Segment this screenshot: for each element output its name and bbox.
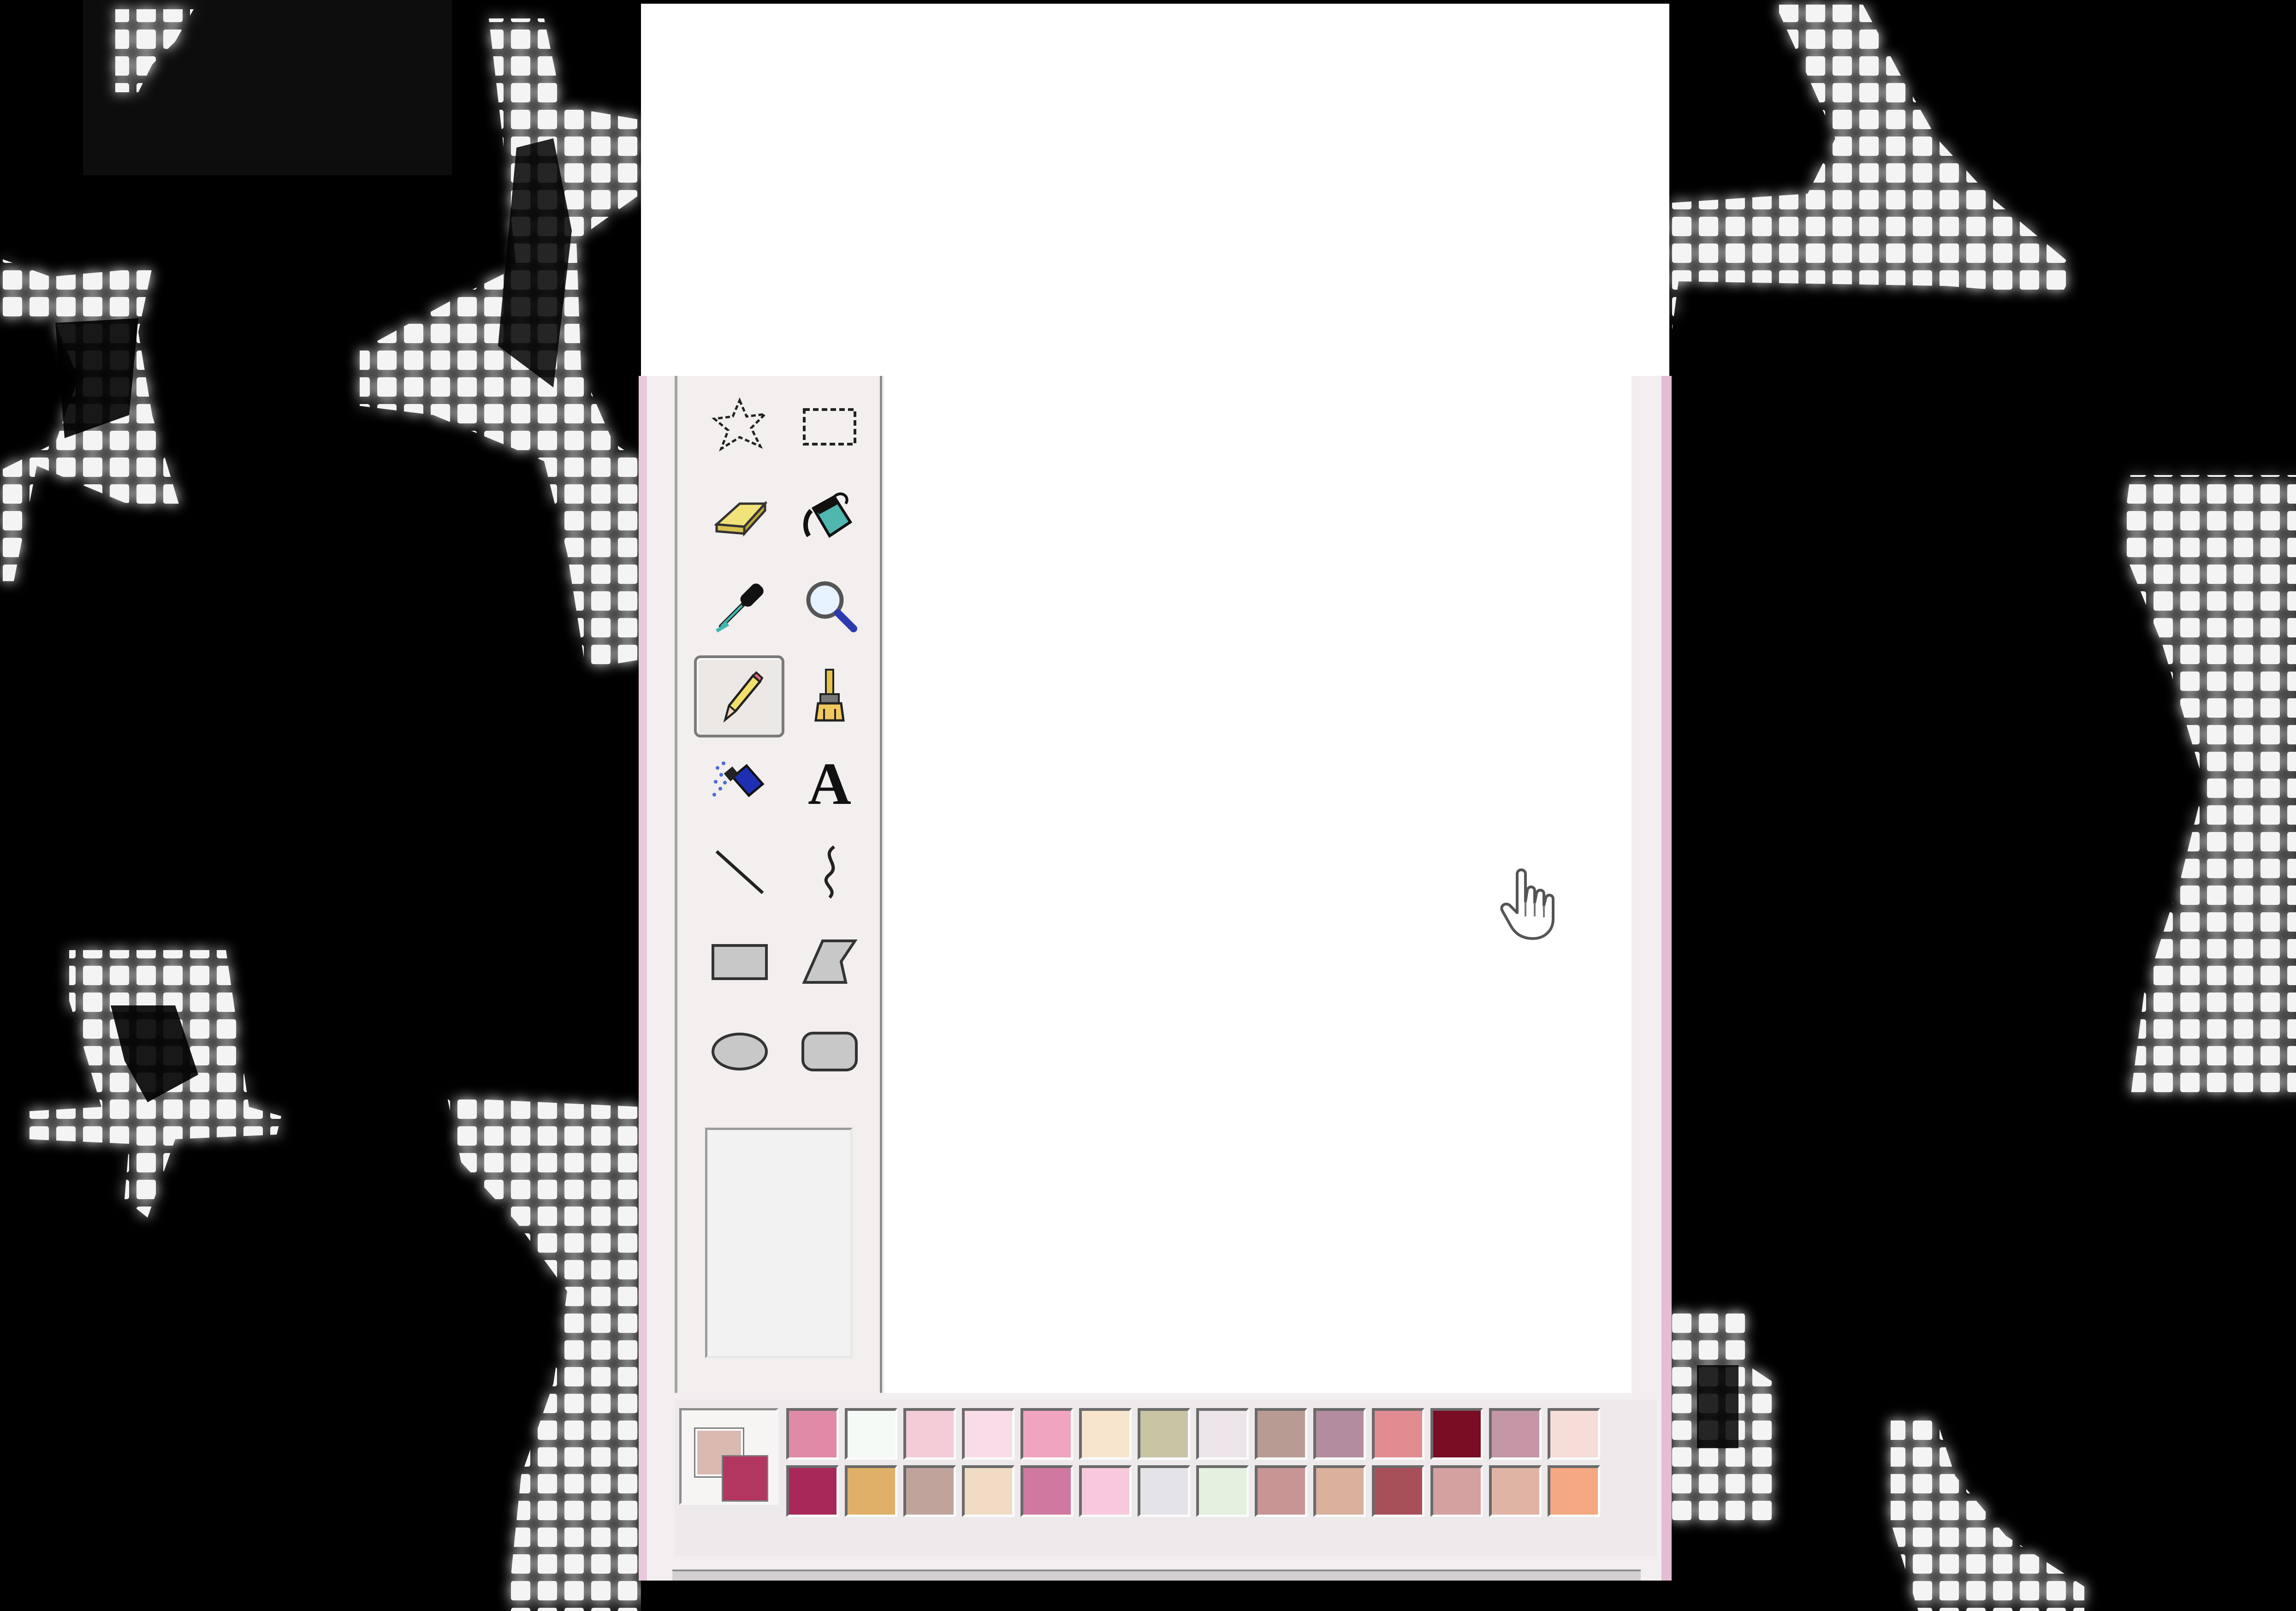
palette-swatch[interactable] (1489, 1465, 1542, 1517)
color-palette (675, 1400, 1657, 1557)
desktop-wallpaper-right (1669, 0, 2296, 1611)
palette-swatch[interactable] (1313, 1408, 1366, 1460)
toolbox: A (675, 376, 882, 1393)
palette-swatch[interactable] (786, 1465, 839, 1517)
palette-swatch[interactable] (1430, 1408, 1483, 1460)
palette-swatch[interactable] (1372, 1465, 1424, 1517)
text-tool-glyph: A (808, 751, 851, 814)
tool-pencil[interactable] (694, 655, 784, 737)
status-bar (672, 1569, 1641, 1581)
tool-curve[interactable] (788, 835, 871, 909)
desktop-wallpaper-left (0, 0, 641, 1611)
palette-swatch[interactable] (1020, 1408, 1073, 1460)
tool-magnifier[interactable] (788, 569, 871, 642)
palette-swatch[interactable] (1138, 1465, 1190, 1517)
palette-swatch[interactable] (1079, 1408, 1132, 1460)
rectangle-icon (712, 944, 768, 980)
text-icon: A (808, 751, 851, 814)
paint-window: A (639, 376, 1672, 1581)
hand-pointer-icon (1500, 868, 1554, 940)
tool-fill-with-color[interactable] (788, 478, 871, 552)
airbrush-icon (712, 761, 765, 797)
magnifier-icon (806, 581, 857, 632)
palette-swatch[interactable] (962, 1408, 1015, 1460)
eyedropper-icon (715, 583, 764, 633)
palette-swatch[interactable] (1138, 1408, 1190, 1460)
rectangle-select-icon (803, 408, 856, 446)
palette-swatch[interactable] (786, 1408, 839, 1460)
palette-swatches (786, 1408, 1600, 1517)
tool-eraser[interactable] (698, 478, 781, 552)
palette-swatch[interactable] (1430, 1465, 1483, 1517)
tool-rectangle[interactable] (698, 925, 781, 999)
line-icon (715, 850, 764, 894)
tool-polygon[interactable] (788, 925, 871, 999)
polygon-icon (802, 939, 858, 984)
palette-swatch[interactable] (1196, 1465, 1249, 1517)
palette-swatch[interactable] (1548, 1465, 1600, 1517)
tool-select[interactable] (788, 389, 871, 463)
palette-swatch[interactable] (1255, 1465, 1307, 1517)
pixel-star-wallpaper (0, 0, 641, 1611)
palette-swatch[interactable] (845, 1465, 897, 1517)
tool-airbrush[interactable] (698, 745, 781, 819)
palette-swatch[interactable] (1079, 1465, 1132, 1517)
current-colors-indicator[interactable] (679, 1408, 778, 1505)
pencil-icon (723, 671, 764, 723)
brush-icon (814, 669, 845, 722)
eraser-icon (714, 500, 768, 537)
tool-ellipse[interactable] (698, 1015, 781, 1088)
paint-bucket-icon (803, 492, 853, 538)
palette-swatch[interactable] (845, 1408, 897, 1460)
palette-swatch[interactable] (1255, 1408, 1307, 1460)
desktop: A (0, 0, 2296, 1611)
pixel-star-wallpaper (1669, 5, 2296, 1611)
palette-swatch[interactable] (962, 1465, 1015, 1517)
palette-swatch[interactable] (903, 1408, 956, 1460)
free-form-select-icon (711, 397, 768, 452)
palette-swatch[interactable] (1372, 1408, 1424, 1460)
ellipse-icon (712, 1033, 768, 1070)
tool-text[interactable]: A (788, 745, 871, 819)
palette-swatch[interactable] (903, 1465, 956, 1517)
tool-line[interactable] (698, 835, 781, 909)
tool-brush[interactable] (788, 658, 871, 732)
palette-swatch[interactable] (1196, 1408, 1249, 1460)
palette-swatch[interactable] (1313, 1465, 1366, 1517)
rounded-rectangle-icon (801, 1032, 858, 1071)
background-color-swatch (722, 1455, 768, 1502)
tool-options-box[interactable] (705, 1128, 853, 1358)
tool-free-form-select[interactable] (698, 389, 781, 463)
blank-desktop-region (641, 4, 1669, 378)
palette-swatch[interactable] (1020, 1465, 1073, 1517)
palette-swatch[interactable] (1489, 1408, 1542, 1460)
tool-rounded-rectangle[interactable] (788, 1015, 871, 1088)
palette-swatch[interactable] (1548, 1408, 1600, 1460)
curve-icon (824, 845, 836, 899)
tool-pick-color[interactable] (698, 569, 781, 642)
